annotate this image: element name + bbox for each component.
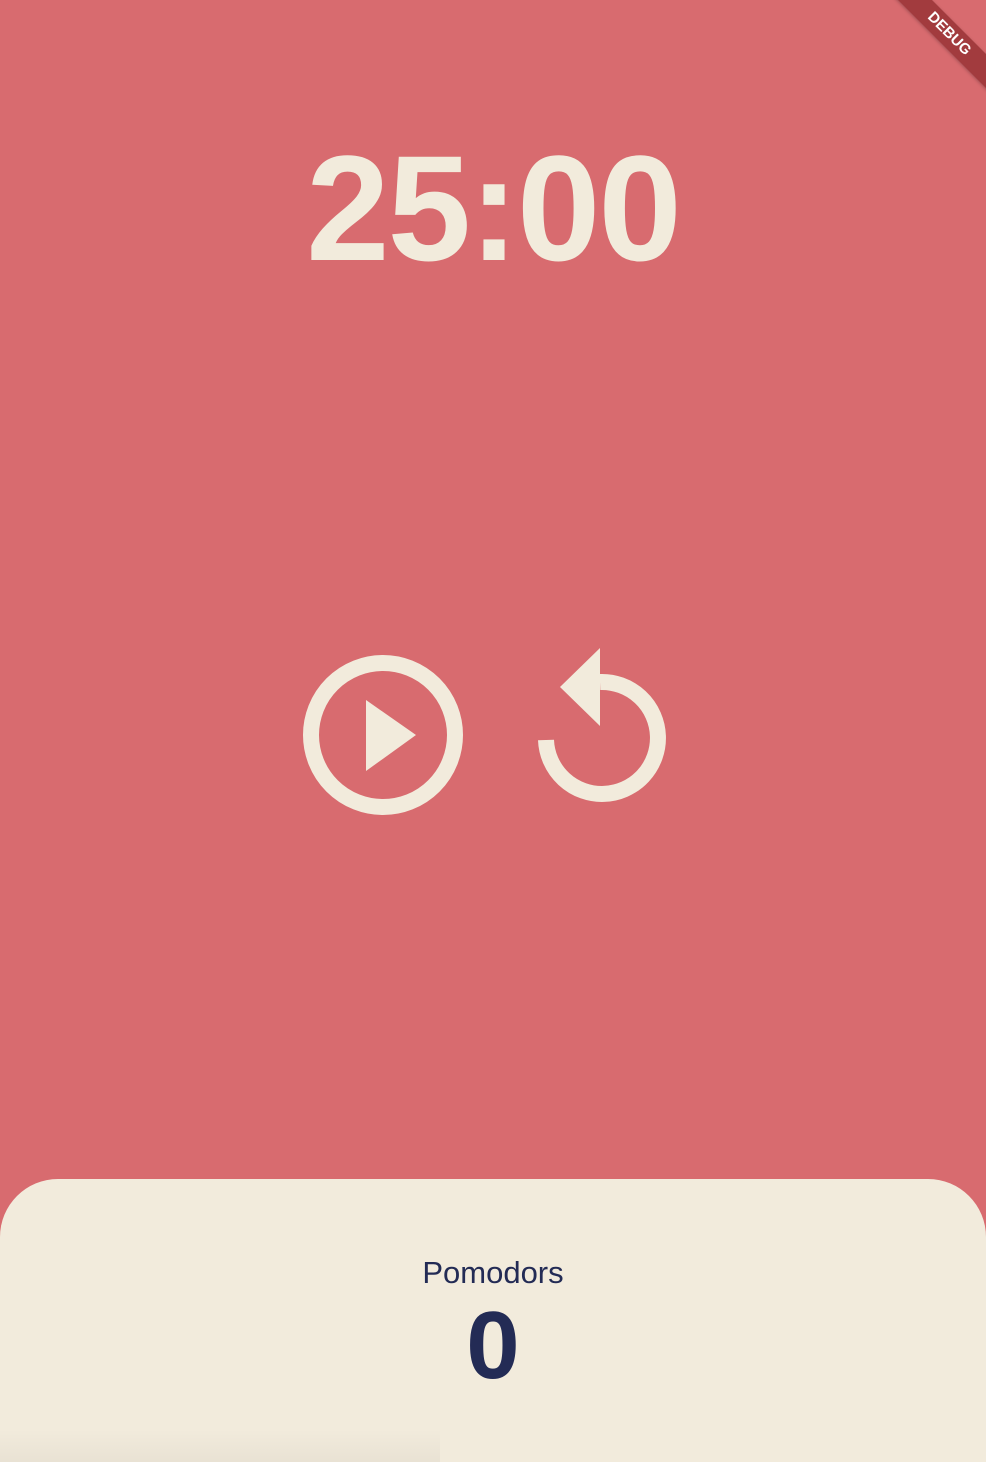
debug-banner: DEBUG	[876, 0, 986, 110]
play-button[interactable]	[298, 650, 468, 820]
debug-ribbon-label: DEBUG	[887, 0, 986, 96]
pomodoros-label: Pomodors	[422, 1255, 564, 1290]
play-circle-icon	[303, 655, 463, 815]
pomodoro-screen: 25:00 Pomodors 0 DEBUG	[0, 0, 986, 1462]
timer-display: 25:00	[306, 124, 682, 292]
restart-icon	[538, 648, 666, 802]
pomodoros-count: 0	[466, 1292, 520, 1399]
timer-controls	[0, 640, 986, 830]
restart-button[interactable]	[522, 640, 682, 820]
stats-panel: Pomodors 0	[0, 1179, 986, 1462]
bottom-shadow	[0, 1429, 440, 1462]
